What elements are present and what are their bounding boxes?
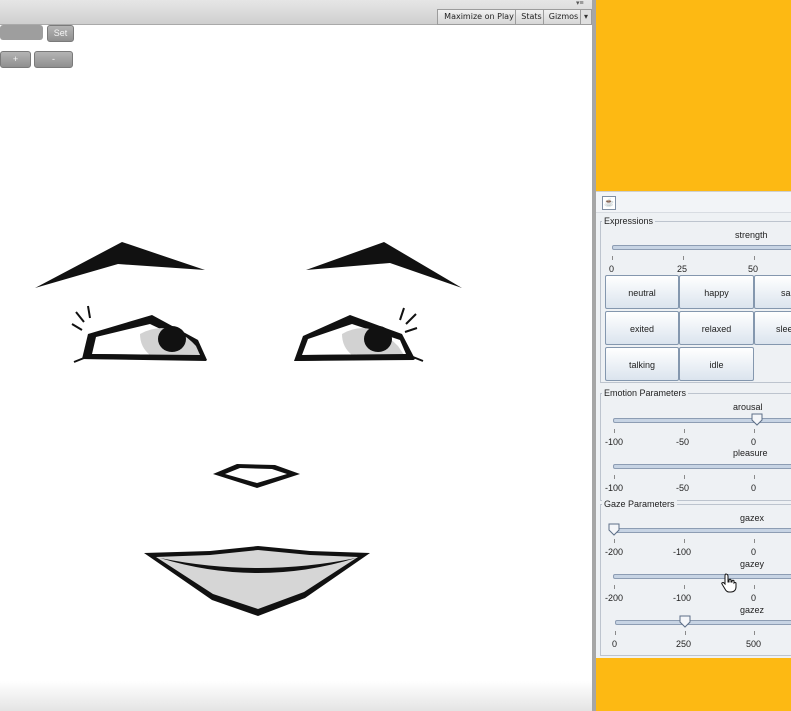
gazez-label: gazez (740, 605, 765, 615)
gazex-label: gazex (740, 513, 765, 523)
arousal-slider-track[interactable] (613, 418, 791, 423)
gazey-label: gazey (740, 559, 765, 569)
hand-cursor-icon (721, 573, 737, 593)
gazex-tick (614, 539, 615, 543)
strength-tick-label: 50 (748, 264, 759, 274)
pleasure-tick-label: 0 (751, 483, 757, 493)
arousal-slider-thumb[interactable] (751, 413, 763, 426)
strength-tick (754, 256, 755, 260)
arousal-tick-label: -50 (676, 437, 690, 447)
gazex-slider-thumb[interactable] (608, 523, 620, 536)
strength-tick-label: 25 (677, 264, 688, 274)
talking-button[interactable]: talking (605, 347, 679, 381)
right-eye (294, 307, 424, 362)
game-view-bottom-fade (0, 681, 594, 711)
sleepy-button[interactable]: slee (754, 311, 791, 345)
gazez-tick (685, 631, 686, 635)
pleasure-tick (684, 475, 685, 479)
gazez-tick-label: 250 (676, 639, 692, 649)
strength-slider-track[interactable] (612, 245, 791, 250)
gazez-slider-track[interactable] (615, 620, 791, 625)
idle-button[interactable]: idle (679, 347, 754, 381)
gazez-tick-label: 0 (612, 639, 618, 649)
neutral-button[interactable]: neutral (605, 275, 679, 309)
gaze-parameters-group-title: Gaze Parameters (602, 499, 677, 510)
left-eye (71, 305, 207, 363)
expression-controller-window: ☕ Expressions strength 0 25 50 neutral h… (596, 191, 791, 658)
gaze-parameters-group (600, 504, 791, 656)
strength-label: strength (735, 230, 768, 240)
gazex-tick-label: -100 (673, 547, 692, 557)
face-render (35, 242, 462, 616)
pleasure-tick-label: -100 (605, 483, 624, 493)
gazey-tick-label: 0 (751, 593, 757, 603)
arousal-tick (684, 429, 685, 433)
gazey-tick-label: -200 (605, 593, 624, 603)
gazey-tick (614, 585, 615, 589)
strength-tick (683, 256, 684, 260)
relaxed-button[interactable]: relaxed (679, 311, 754, 345)
arousal-tick-label: 0 (751, 437, 757, 447)
arousal-tick (614, 429, 615, 433)
gazey-tick (754, 585, 755, 589)
happy-button[interactable]: happy (679, 275, 754, 309)
gazex-tick-label: -200 (605, 547, 624, 557)
arousal-tick-label: -100 (605, 437, 624, 447)
gazez-tick (615, 631, 616, 635)
sad-button[interactable]: sa (754, 275, 791, 309)
gazez-tick (754, 631, 755, 635)
gazex-tick (754, 539, 755, 543)
arousal-tick (754, 429, 755, 433)
exited-button[interactable]: exited (605, 311, 679, 345)
gazey-slider-track[interactable] (613, 574, 791, 579)
right-eyebrow (306, 242, 462, 288)
gazez-tick-label: 500 (746, 639, 762, 649)
left-eyebrow (35, 242, 205, 288)
pleasure-tick-label: -50 (676, 483, 690, 493)
gazex-tick (684, 539, 685, 543)
gazey-tick-label: -100 (673, 593, 692, 603)
gazez-slider-thumb[interactable] (679, 615, 691, 628)
strength-tick (612, 256, 613, 260)
gazex-tick-label: 0 (751, 547, 757, 557)
java-app-icon: ☕ (602, 196, 616, 210)
window-titlebar[interactable]: ☕ (596, 192, 791, 213)
pleasure-label: pleasure (733, 448, 768, 458)
gazey-tick (684, 585, 685, 589)
arousal-label: arousal (733, 402, 763, 412)
expressions-group-title: Expressions (602, 216, 656, 227)
emotion-parameters-group-title: Emotion Parameters (602, 388, 689, 399)
pleasure-tick (614, 475, 615, 479)
strength-tick-label: 0 (609, 264, 615, 274)
pleasure-tick (754, 475, 755, 479)
pleasure-slider-track[interactable] (613, 464, 791, 469)
game-view: ▾≡ Maximize on Play Stats Gizmos ▾ Set +… (0, 0, 594, 711)
gazex-slider-track[interactable] (613, 528, 791, 533)
mouth (144, 546, 370, 616)
